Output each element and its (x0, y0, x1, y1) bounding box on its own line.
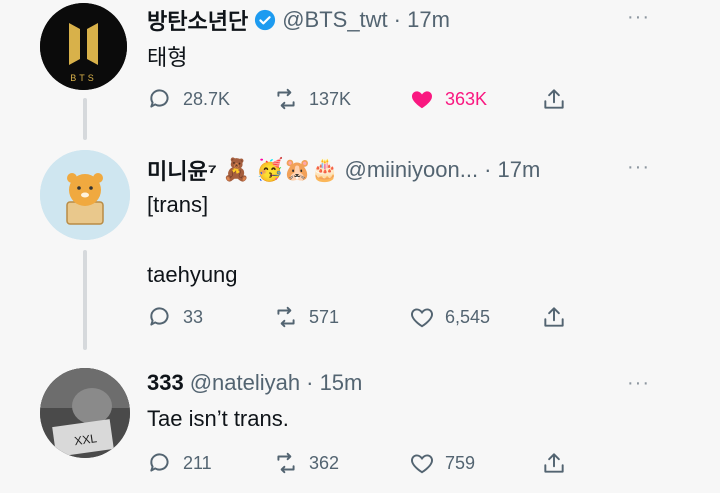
svg-text:BTS: BTS (70, 73, 97, 83)
like-button[interactable]: 6,545 (409, 304, 490, 330)
tweet[interactable]: 미니윤⁷ 🧸 🥳🐹🎂 @miiniyoon... · 17m ··· [tran… (0, 140, 720, 350)
timestamp[interactable]: · 17m (484, 157, 540, 183)
handle[interactable]: @nateliyah (190, 370, 300, 396)
share-button[interactable] (541, 450, 567, 476)
retweet-icon (277, 88, 295, 110)
like-count: 6,545 (445, 306, 491, 327)
reply-count: 28.7K (183, 88, 231, 109)
name-emojis: 🧸 🥳🐹🎂 (222, 157, 339, 182)
avatar[interactable] (40, 150, 130, 240)
retweet-count: 137K (309, 88, 352, 109)
display-name[interactable]: 방탄소년단 (147, 4, 248, 36)
heart-filled-icon (411, 91, 433, 109)
tweet-header: 미니윤⁷ 🧸 🥳🐹🎂 @miiniyoon... · 17m (147, 154, 540, 186)
handle[interactable]: @BTS_twt (282, 7, 387, 33)
like-button[interactable]: 759 (409, 450, 475, 476)
retweet-button[interactable]: 137K (273, 86, 351, 112)
share-icon (544, 307, 564, 327)
share-button[interactable] (541, 304, 567, 330)
reply-count: 33 (183, 306, 204, 327)
share-icon (544, 453, 564, 473)
action-bar: 28.7K 137K 363K (147, 86, 587, 116)
retweet-count: 362 (309, 452, 340, 473)
reply-icon (150, 307, 169, 326)
retweet-button[interactable]: 571 (273, 304, 339, 330)
reply-button[interactable]: 28.7K (147, 86, 230, 112)
reply-count: 211 (183, 452, 212, 473)
tweet-text: Tae isn’t trans. (147, 406, 289, 431)
reply-button[interactable]: 33 (147, 304, 203, 330)
action-bar: 33 571 6,545 (147, 304, 587, 334)
like-button[interactable]: 363K (409, 86, 487, 112)
like-count: 759 (445, 452, 476, 473)
display-name[interactable]: 미니윤⁷ (147, 154, 217, 186)
heart-icon (411, 454, 433, 474)
tweet-header: 333 @nateliyah · 15m (147, 370, 362, 396)
retweet-button[interactable]: 362 (273, 450, 339, 476)
timestamp[interactable]: · 15m (306, 370, 362, 396)
tweet[interactable]: BTS 방탄소년단 @BTS_twt · 17m ··· 태형 28.7K 13… (0, 0, 720, 130)
tweet-text-line: taehyung (147, 262, 238, 287)
reply-icon (150, 453, 169, 472)
retweet-icon (277, 452, 295, 474)
share-icon (544, 89, 564, 109)
photo-avatar: XXL (40, 368, 130, 458)
display-name[interactable]: 333 (147, 370, 184, 396)
reply-button[interactable]: 211 (147, 450, 212, 476)
share-button[interactable] (541, 86, 567, 112)
bts-logo: BTS (40, 3, 127, 90)
ryan-bear-illustration (40, 150, 130, 240)
tweet[interactable]: XXL 333 @nateliyah · 15m ··· Tae isn’t t… (0, 360, 720, 493)
more-options-icon[interactable]: ··· (627, 6, 650, 29)
retweet-count: 571 (309, 306, 340, 327)
like-count: 363K (445, 88, 488, 109)
reply-icon (150, 89, 169, 108)
handle[interactable]: @miiniyoon... (345, 157, 479, 183)
avatar[interactable]: BTS (40, 3, 127, 90)
timestamp[interactable]: · 17m (394, 7, 450, 33)
retweet-icon (277, 306, 295, 328)
verified-badge-icon (254, 9, 276, 31)
avatar[interactable]: XXL (40, 368, 130, 458)
action-bar: 211 362 759 (147, 450, 587, 480)
more-options-icon[interactable]: ··· (627, 156, 650, 179)
tweet-header: 방탄소년단 @BTS_twt · 17m (147, 4, 450, 36)
tweet-text: 태형 (147, 45, 188, 70)
tweet-text-line: [trans] (147, 192, 209, 217)
more-options-icon[interactable]: ··· (627, 372, 650, 395)
heart-icon (411, 308, 433, 328)
